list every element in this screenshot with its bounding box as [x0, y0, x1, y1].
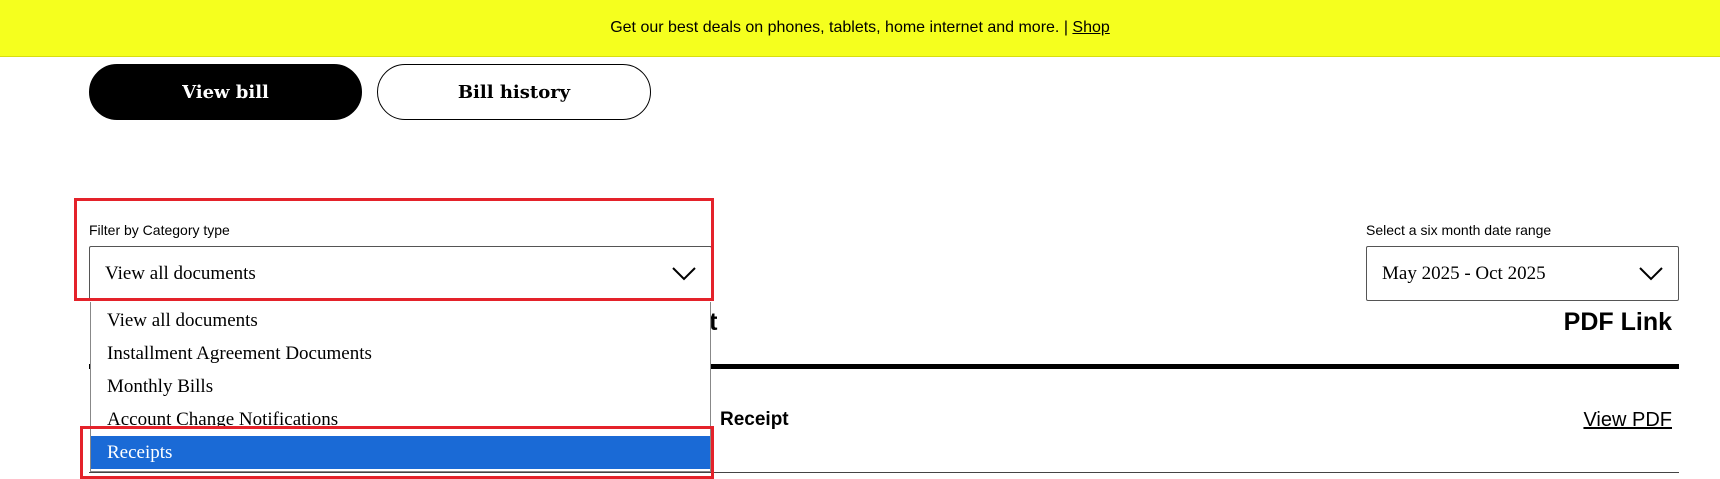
option-receipts[interactable]: Receipts	[91, 436, 710, 469]
chevron-down-icon	[1639, 266, 1663, 280]
table-row-title: Receipt	[720, 409, 789, 430]
category-dropdown-list: View all documents Installment Agreement…	[90, 302, 711, 472]
option-installment-agreement-documents[interactable]: Installment Agreement Documents	[91, 337, 710, 370]
category-filter-label: Filter by Category type	[89, 222, 230, 238]
view-pdf-link[interactable]: View PDF	[1583, 409, 1672, 432]
promo-banner: Get our best deals on phones, tablets, h…	[0, 0, 1720, 57]
date-range-value: May 2025 - Oct 2025	[1382, 262, 1546, 284]
option-account-change-notifications[interactable]: Account Change Notifications	[91, 403, 710, 436]
date-range-label: Select a six month date range	[1366, 222, 1552, 238]
promo-text: Get our best deals on phones, tablets, h…	[610, 19, 1068, 36]
column-header-pdf-link: PDF Link	[1563, 308, 1672, 336]
category-filter-value: View all documents	[105, 262, 256, 284]
category-filter-select[interactable]: View all documents	[89, 246, 712, 301]
option-monthly-bills[interactable]: Monthly Bills	[91, 370, 710, 403]
date-range-select[interactable]: May 2025 - Oct 2025	[1366, 246, 1679, 301]
shop-link[interactable]: Shop	[1072, 19, 1109, 37]
table-row-divider	[89, 472, 1679, 473]
view-bill-button[interactable]: View bill	[89, 64, 362, 120]
chevron-down-icon	[672, 266, 696, 280]
option-view-all-documents[interactable]: View all documents	[91, 304, 710, 337]
bill-history-button[interactable]: Bill history	[377, 64, 651, 120]
